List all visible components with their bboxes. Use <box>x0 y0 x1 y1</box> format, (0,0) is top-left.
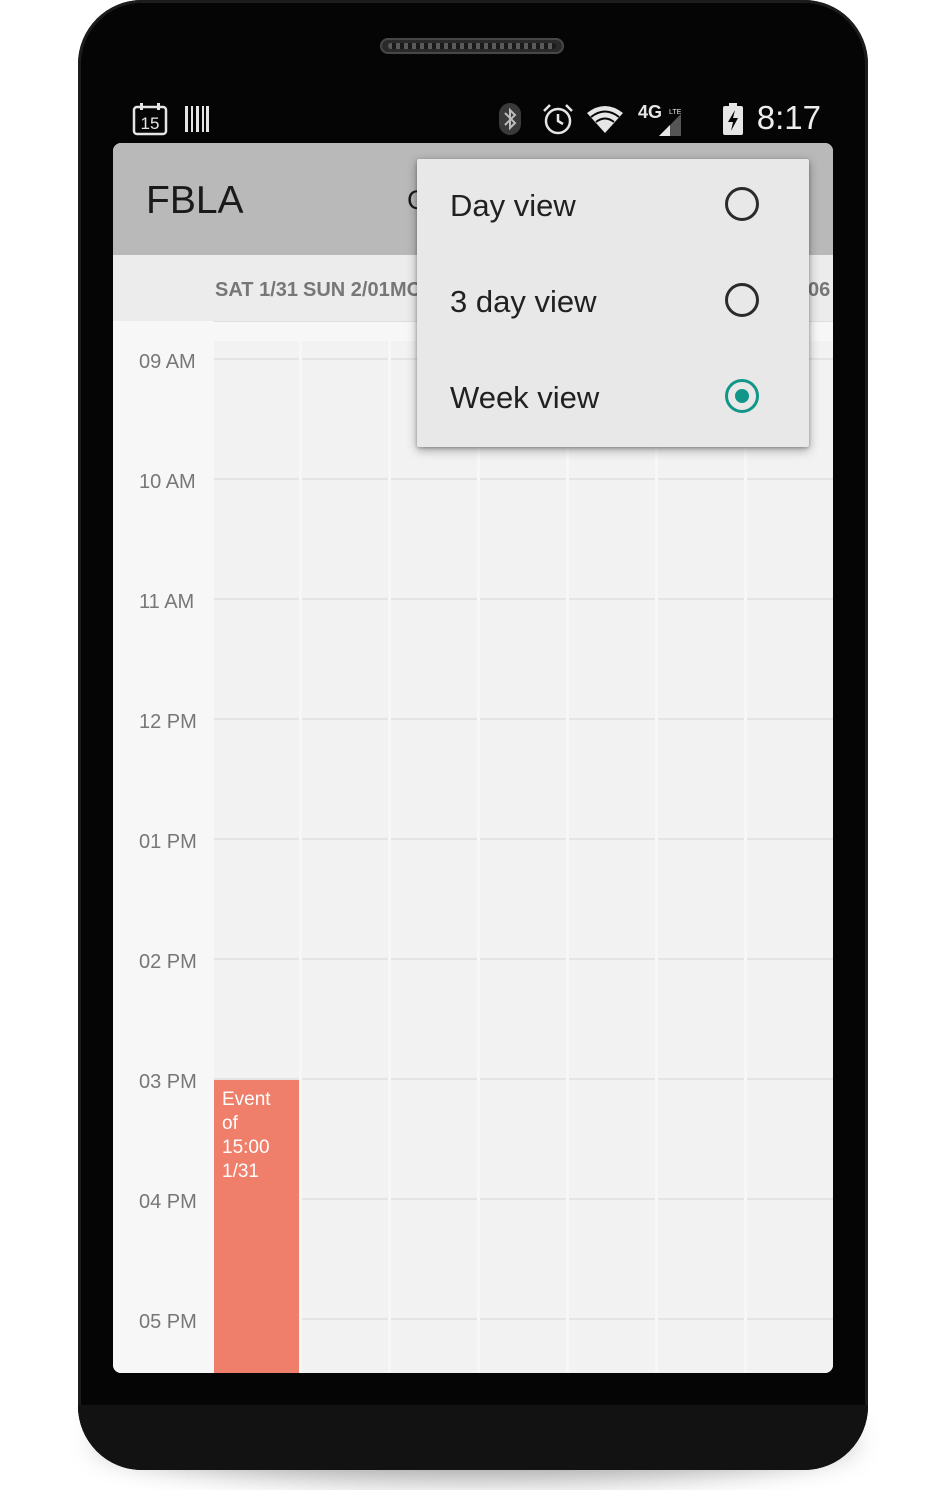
event-text-line: Event <box>222 1089 271 1110</box>
day-separator <box>744 341 747 1373</box>
day-header-sat: SAT 1/31 <box>215 279 298 301</box>
hour-line <box>214 718 833 720</box>
menu-item-label: Day view <box>450 188 576 223</box>
day-separator <box>477 341 480 1373</box>
radio-button-day-view[interactable] <box>725 187 759 221</box>
earpiece-speaker <box>380 38 564 54</box>
radio-button-3-day-view[interactable] <box>725 283 759 317</box>
radio-button-week-view[interactable] <box>725 379 759 413</box>
time-label: 01 PM <box>139 831 197 853</box>
time-label: 10 AM <box>139 471 196 493</box>
week-grid[interactable] <box>214 341 833 1373</box>
battery-charging-icon <box>721 95 745 143</box>
time-label: 02 PM <box>139 951 197 973</box>
svg-text:15: 15 <box>141 114 160 133</box>
menu-item-label: Week view <box>450 380 600 415</box>
hour-line <box>214 1078 833 1080</box>
hour-line <box>214 1198 833 1200</box>
hour-line <box>214 598 833 600</box>
calendar-event[interactable]: Event of 15:00 1/31 <box>214 1080 299 1373</box>
phone-chin <box>78 1405 868 1470</box>
day-separator <box>566 341 569 1373</box>
time-label: 09 AM <box>139 351 196 373</box>
wifi-icon <box>585 95 625 143</box>
bluetooth-icon <box>497 95 523 143</box>
hour-line <box>214 1318 833 1320</box>
event-text-line: 1/31 <box>222 1161 259 1182</box>
hour-line <box>214 838 833 840</box>
day-separator <box>299 341 302 1373</box>
barcode-notification-icon <box>183 95 211 143</box>
time-label: 04 PM <box>139 1191 197 1213</box>
time-label: 03 PM <box>139 1071 197 1093</box>
calendar-notification-icon: 15 <box>131 95 169 143</box>
time-label: 12 PM <box>139 711 197 733</box>
menu-item-day-view[interactable]: Day view <box>417 159 809 255</box>
svg-text:4G: 4G <box>638 102 662 122</box>
alarm-icon <box>541 95 575 143</box>
menu-item-label: 3 day view <box>450 284 597 319</box>
day-header-trailing: 06 <box>808 279 831 301</box>
hour-line <box>214 958 833 960</box>
day-separator <box>388 341 391 1373</box>
hour-line <box>214 478 833 480</box>
app-title: FBLA <box>146 179 244 222</box>
status-bar: 15 4G LTE 8:17 <box>113 95 833 143</box>
event-text-line: of <box>222 1113 238 1134</box>
time-column: 09 AM 10 AM 11 AM 12 PM 01 PM 02 PM 03 P… <box>113 321 214 1373</box>
status-clock: 8:17 <box>756 99 821 136</box>
network-4g-lte-icon: 4G LTE <box>637 95 683 143</box>
view-options-menu: Day view 3 day view Week view <box>417 159 809 447</box>
time-label: 05 PM <box>139 1311 197 1333</box>
time-label: 11 AM <box>139 591 195 613</box>
menu-item-week-view[interactable]: Week view <box>417 351 809 447</box>
day-header-sun: SUN 2/01 <box>303 279 390 301</box>
day-separator <box>655 341 658 1373</box>
event-text-line: 15:00 <box>222 1137 270 1158</box>
menu-item-3-day-view[interactable]: 3 day view <box>417 255 809 351</box>
svg-text:LTE: LTE <box>669 109 682 116</box>
